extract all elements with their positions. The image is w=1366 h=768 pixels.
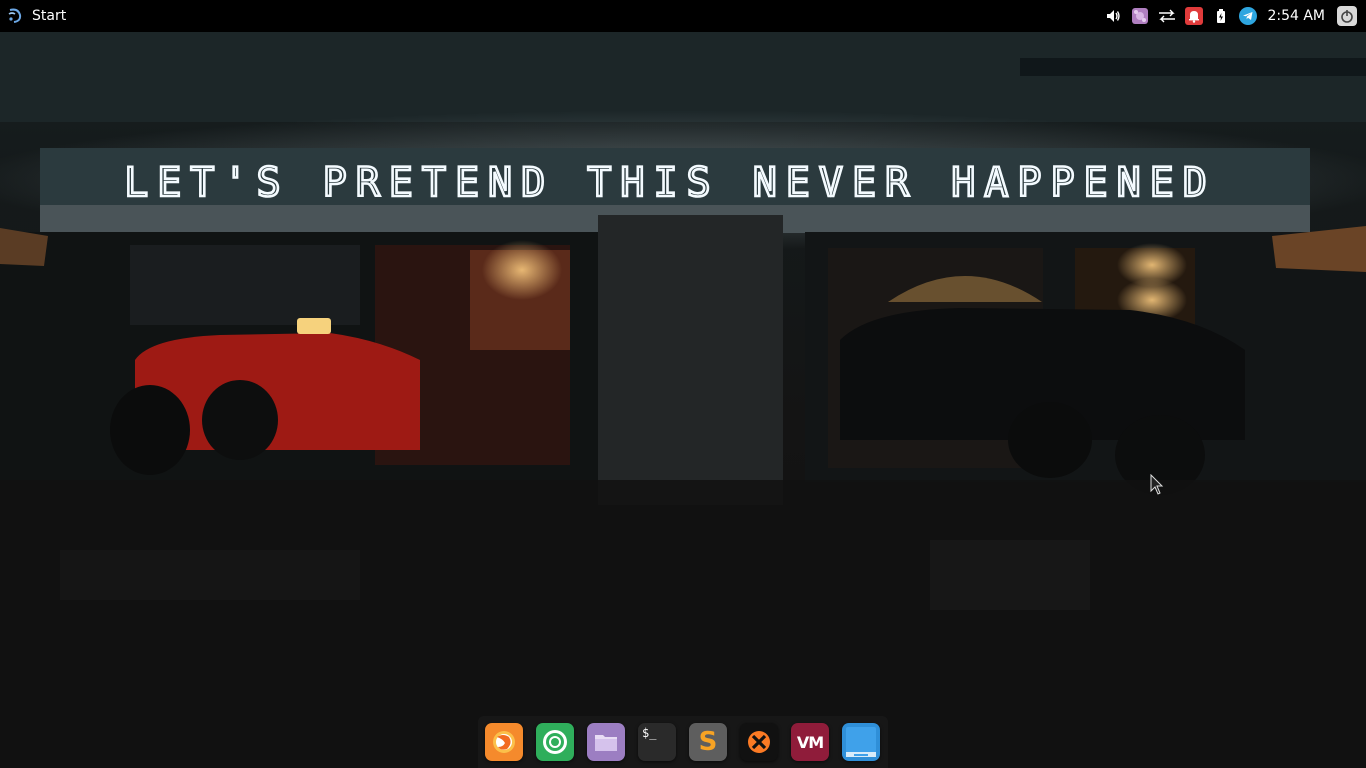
window-app-icon bbox=[846, 727, 876, 757]
terminal-launcher[interactable]: $_ bbox=[638, 723, 676, 761]
chrome-icon bbox=[543, 730, 567, 754]
color-palette-icon[interactable] bbox=[1126, 0, 1153, 32]
xampp-launcher[interactable] bbox=[740, 723, 778, 761]
network-arrows-icon[interactable] bbox=[1153, 0, 1180, 32]
notification-bell-icon[interactable] bbox=[1180, 0, 1207, 32]
system-tray: 2:54 AM bbox=[1099, 0, 1366, 32]
power-icon[interactable] bbox=[1333, 0, 1360, 32]
neon-sign-text: LET'S PRETEND THIS NEVER HAPPENED bbox=[124, 160, 1216, 206]
mouse-cursor-icon bbox=[1150, 474, 1164, 495]
terminal-icon: $_ bbox=[642, 726, 657, 740]
start-logo-icon bbox=[6, 7, 24, 25]
sublime-text-launcher[interactable]: S bbox=[689, 723, 727, 761]
desktop-wallpaper: LET'S PRETEND THIS NEVER HAPPENED bbox=[0, 0, 1366, 768]
sublime-text-icon: S bbox=[698, 727, 718, 757]
start-button[interactable]: Start bbox=[0, 0, 72, 32]
vm-launcher[interactable]: VM bbox=[791, 723, 829, 761]
files-icon bbox=[595, 735, 617, 751]
dock: $_ S VM bbox=[478, 716, 888, 768]
start-label: Start bbox=[32, 8, 67, 24]
xampp-icon bbox=[748, 731, 770, 753]
volume-icon[interactable] bbox=[1099, 0, 1126, 32]
battery-icon[interactable] bbox=[1207, 0, 1234, 32]
clock[interactable]: 2:54 AM bbox=[1261, 0, 1333, 32]
desktop: LET'S PRETEND THIS NEVER HAPPENED Start … bbox=[0, 0, 1366, 768]
files-launcher[interactable] bbox=[587, 723, 625, 761]
firefox-icon bbox=[493, 731, 515, 753]
firefox-launcher[interactable] bbox=[485, 723, 523, 761]
vm-icon: VM bbox=[796, 732, 824, 752]
chrome-launcher[interactable] bbox=[536, 723, 574, 761]
window-app-launcher[interactable] bbox=[842, 723, 880, 761]
telegram-icon[interactable] bbox=[1234, 0, 1261, 32]
top-panel: Start 2:54 AM bbox=[0, 0, 1366, 32]
